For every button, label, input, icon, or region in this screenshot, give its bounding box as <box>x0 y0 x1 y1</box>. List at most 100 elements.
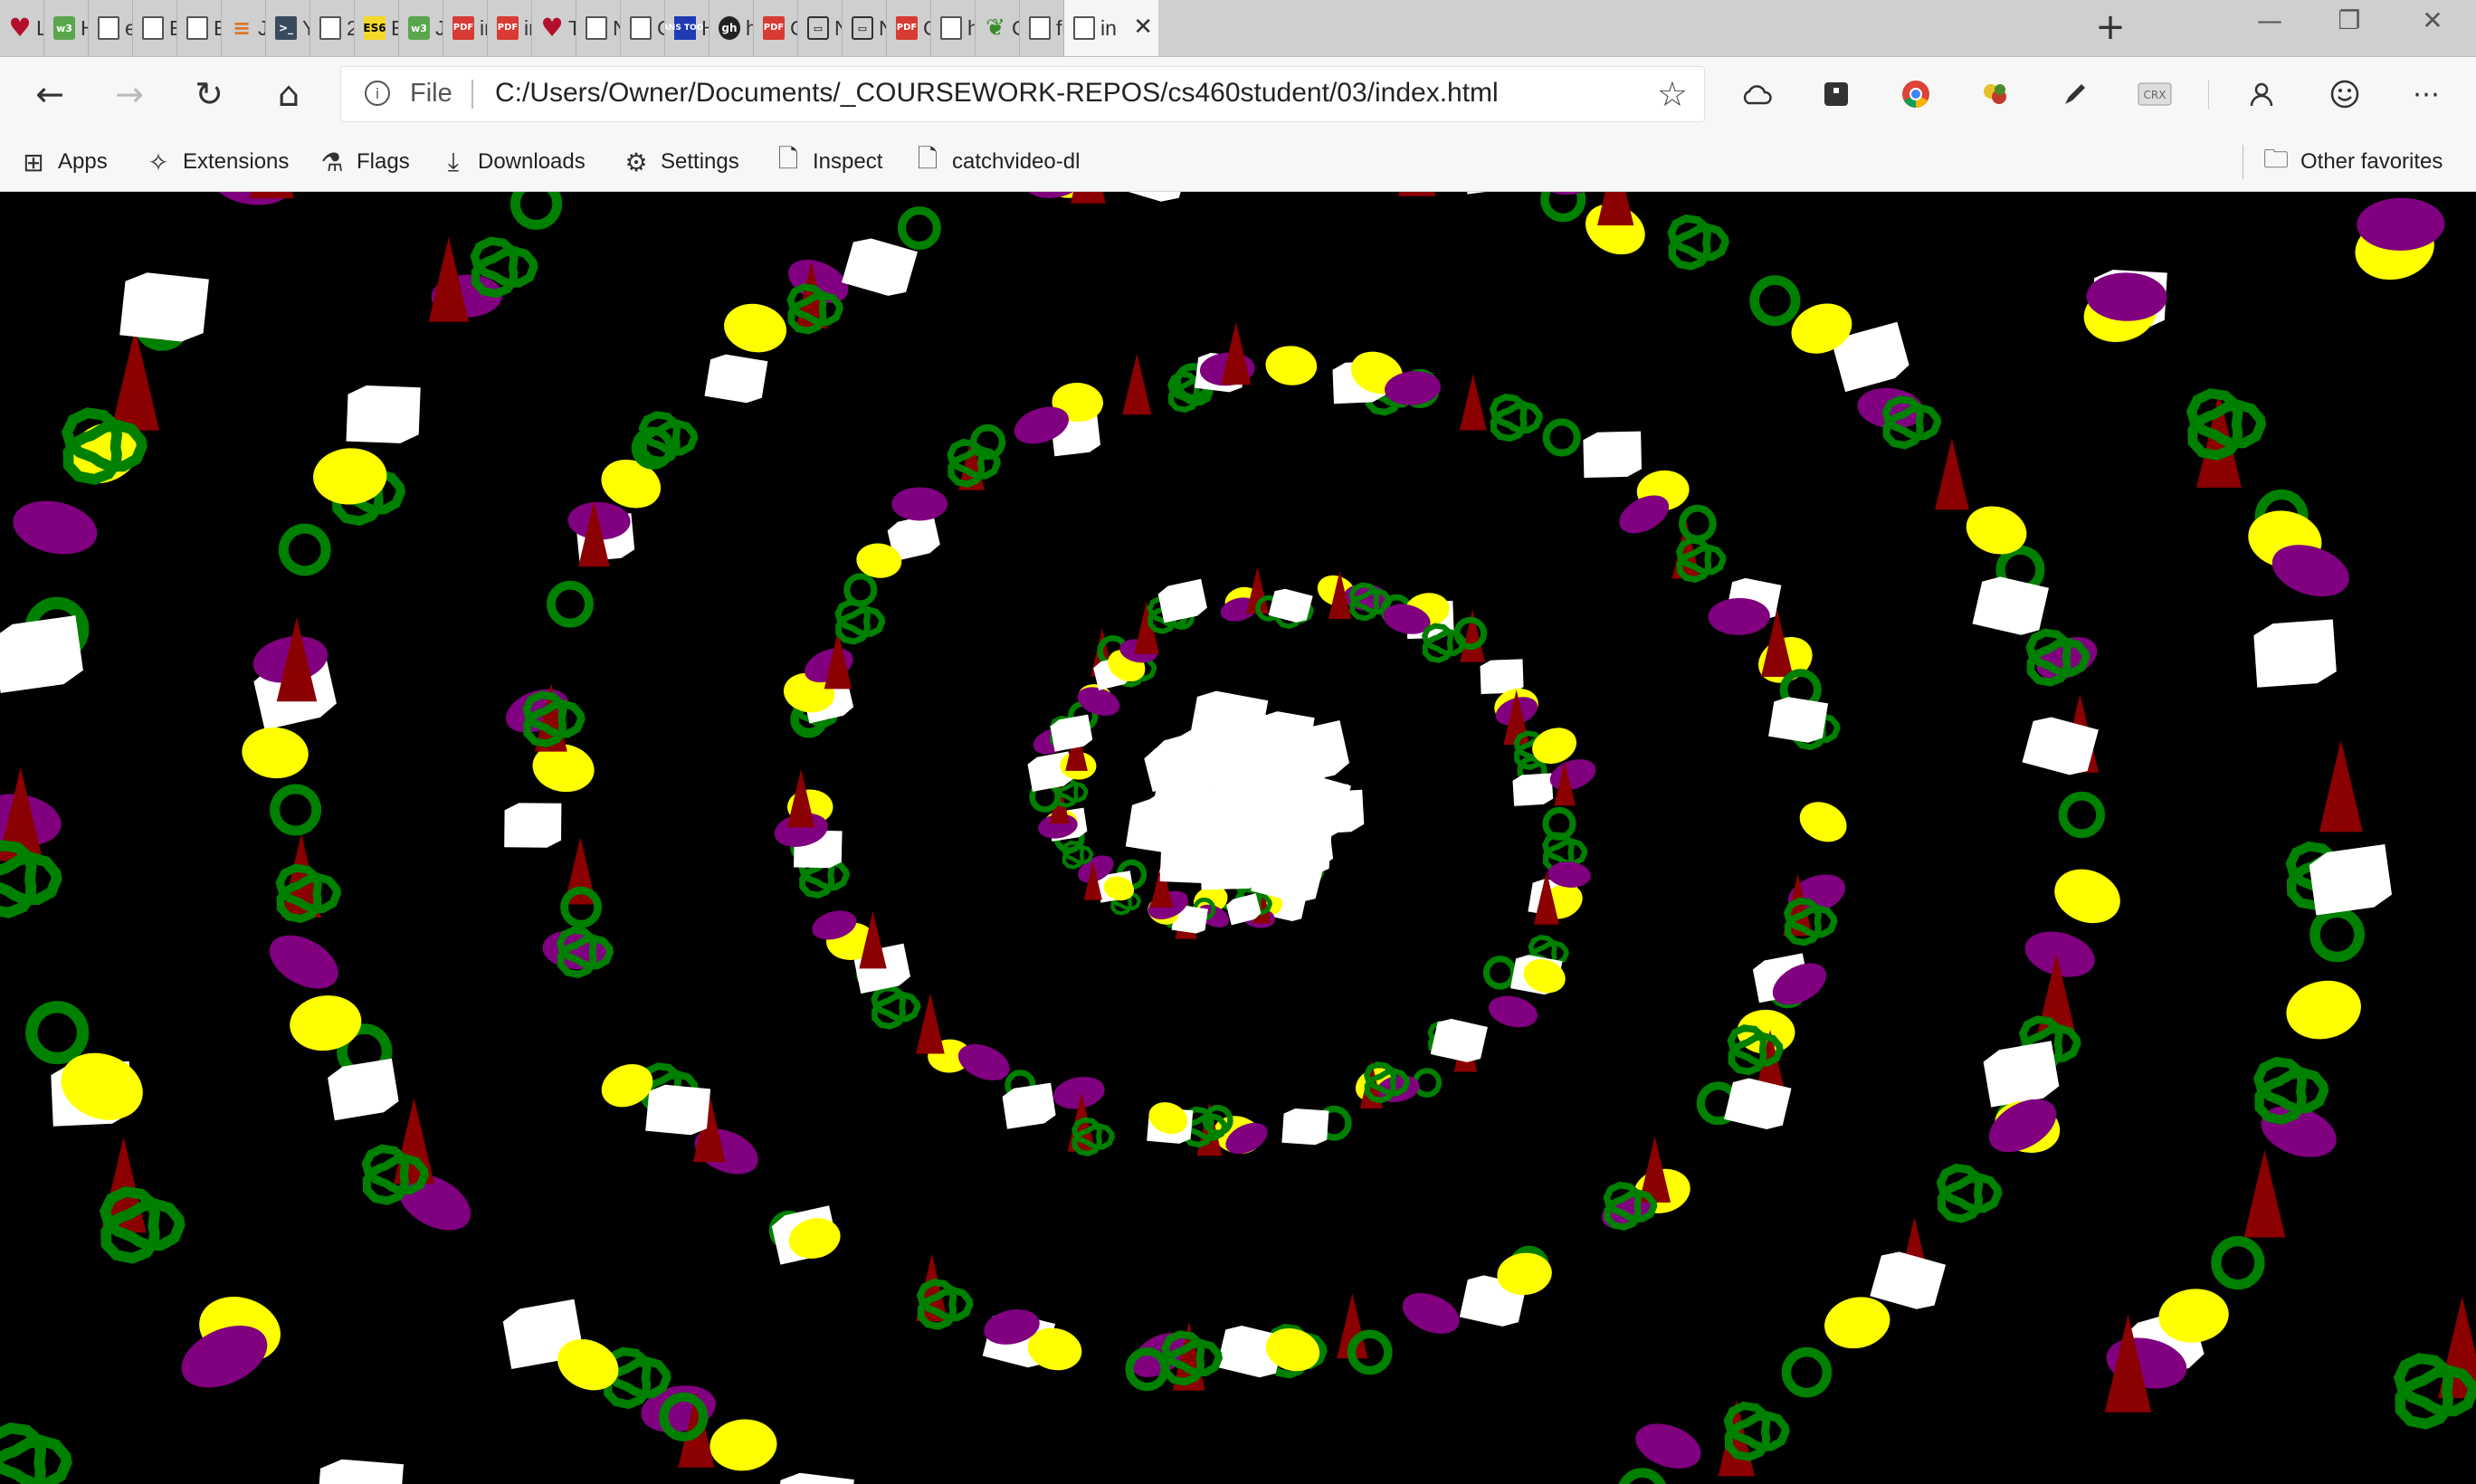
back-button[interactable]: ← <box>29 73 71 115</box>
webgl-scene-canvas[interactable] <box>0 192 2476 1484</box>
favorite-downloads[interactable]: ⤓ Downloads <box>440 132 586 192</box>
svg-text:CRX: CRX <box>2144 89 2166 101</box>
browser-tab[interactable]: PDFC <box>754 0 798 56</box>
favorite-label: Inspect <box>813 149 883 174</box>
browser-tab[interactable]: >_Yc <box>266 0 310 56</box>
cloud-icon[interactable] <box>1736 73 1777 115</box>
github-icon: gh <box>719 16 740 40</box>
ellipsoid-shape <box>1488 995 1538 1028</box>
sphere-shape <box>1824 1297 1890 1349</box>
minimize-button[interactable]: — <box>2252 5 2288 35</box>
sphere-shape <box>1799 802 1847 842</box>
address-divider <box>471 80 473 109</box>
address-bar[interactable]: i File C:/Users/Owner/Documents/_COURSEW… <box>340 66 1705 122</box>
home-button[interactable]: ⌂ <box>268 73 310 115</box>
active-browser-tab[interactable]: in ✕ <box>1064 0 1158 56</box>
extension-icon: ▭ <box>807 16 829 40</box>
browser-tab[interactable]: ▭N <box>843 0 887 56</box>
sphere-shape <box>1201 192 1272 199</box>
browser-tab[interactable]: ES6ES <box>355 0 399 56</box>
browser-tab[interactable]: ht <box>931 0 976 56</box>
favorite-catchvideo-dl[interactable]: 🗋 catchvideo-dl <box>914 132 1081 192</box>
close-window-button[interactable]: ✕ <box>2414 5 2451 35</box>
favorite-apps[interactable]: ⊞ Apps <box>20 132 108 192</box>
other-favorites-button[interactable]: 🗀 Other favorites <box>2262 132 2443 192</box>
more-menu-icon[interactable]: ⋯ <box>2405 73 2447 115</box>
tab-title: in <box>480 15 487 40</box>
tab-list: ♥Lcw3HecExEx≡Ja>_Yc2!ES6ESw3JaPDFinPDFin… <box>0 0 1158 56</box>
cube-shape <box>1972 576 2049 635</box>
torus-shape <box>278 523 331 576</box>
favorite-settings[interactable]: ⚙ Settings <box>623 132 738 192</box>
browser-tab[interactable]: ♥Tl <box>532 0 576 56</box>
browser-tab[interactable]: 2! <box>310 0 355 56</box>
torus-shape <box>2058 791 2105 839</box>
file-scheme-label: File <box>410 79 452 108</box>
new-tab-button[interactable]: + <box>2092 9 2128 45</box>
pdf-icon: PDF <box>452 16 474 40</box>
browser-tab[interactable]: ▭N <box>798 0 843 56</box>
cone-shape <box>1935 438 1969 510</box>
document-icon <box>142 16 164 40</box>
favorite-star-icon[interactable]: ☆ <box>1657 74 1688 114</box>
browser-tab[interactable]: ec <box>89 0 133 56</box>
reload-button[interactable]: ↻ <box>188 73 230 115</box>
back-arrow-icon: ← <box>35 74 64 114</box>
browser-tab[interactable]: G <box>621 0 665 56</box>
document-icon <box>1029 16 1051 40</box>
color-picker-extension-icon[interactable] <box>1975 73 2016 115</box>
favorites-bar: ⊞ Apps ✧ Extensions ⚗ Flags ⤓ Downloads ⚙ Setting… <box>0 132 2476 192</box>
tab-title: C <box>923 16 930 41</box>
chrome-extension-icon[interactable] <box>1895 73 1937 115</box>
torus-knot-shape <box>0 1422 72 1484</box>
ellipsoid-shape <box>1402 1293 1460 1334</box>
cube-shape <box>1983 1041 2060 1108</box>
browser-tab[interactable]: Ex <box>133 0 177 56</box>
cone-shape <box>1071 192 1106 204</box>
favorite-label: Apps <box>58 149 108 174</box>
browser-tab[interactable]: PDFC <box>887 0 931 56</box>
collections-icon[interactable] <box>1815 73 1857 115</box>
favorite-flags[interactable]: ⚗ Flags <box>319 132 409 192</box>
feedback-smiley-icon[interactable] <box>2324 73 2366 115</box>
pdf-icon: PDF <box>763 16 785 40</box>
crx-extension-icon[interactable]: CRX <box>2134 73 2176 115</box>
home-icon: ⌂ <box>277 74 300 114</box>
document-icon <box>630 16 652 40</box>
extension-icon: ▭ <box>852 16 873 40</box>
cube-shape <box>2309 844 2392 916</box>
browser-tab[interactable]: ♥Lc <box>0 0 44 56</box>
forward-button[interactable]: → <box>109 73 150 115</box>
browser-tab[interactable]: ❦C <box>976 0 1020 56</box>
torus-knot-shape <box>1723 1401 1790 1461</box>
maximize-button[interactable]: ❐ <box>2331 5 2367 35</box>
browser-tab[interactable]: Ex <box>177 0 222 56</box>
cube-shape <box>842 238 918 296</box>
browser-tab[interactable]: w3H <box>44 0 89 56</box>
browser-tab[interactable]: fi <box>1020 0 1064 56</box>
forward-arrow-icon: → <box>115 74 144 114</box>
browser-tab[interactable]: w3Ja <box>399 0 443 56</box>
browser-tab[interactable]: ≡Ja <box>222 0 266 56</box>
cone-shape <box>916 993 945 1054</box>
browser-tab[interactable]: DANS TOOLSH <box>665 0 709 56</box>
profile-icon[interactable] <box>2241 73 2282 115</box>
browser-tab[interactable]: PDFin <box>488 0 532 56</box>
cube-shape <box>504 803 562 848</box>
url-text[interactable]: C:/Users/Owner/Documents/_COURSEWORK-REP… <box>495 78 1499 109</box>
tab-title: Ja <box>435 16 443 41</box>
torus-knot-shape <box>470 236 538 299</box>
browser-tab[interactable]: PDF in <box>443 0 488 56</box>
tab-strip: ♥Lcw3HecExEx≡Ja>_Yc2!ES6ESw3JaPDFinPDFin… <box>0 0 2476 57</box>
favorite-inspect[interactable]: 🗋 Inspect <box>775 132 883 192</box>
favorite-extensions[interactable]: ✧ Extensions <box>145 132 289 192</box>
browser-tab[interactable]: ghhi <box>709 0 754 56</box>
cube-shape <box>1125 799 1197 854</box>
browser-tab[interactable]: N <box>576 0 621 56</box>
pen-icon[interactable] <box>2054 73 2096 115</box>
cube-shape <box>1271 828 1332 876</box>
info-icon[interactable]: i <box>365 81 390 106</box>
sphere-shape <box>1265 346 1318 385</box>
flask-icon: ⚗ <box>320 147 344 176</box>
close-tab-icon[interactable]: ✕ <box>1133 15 1153 39</box>
